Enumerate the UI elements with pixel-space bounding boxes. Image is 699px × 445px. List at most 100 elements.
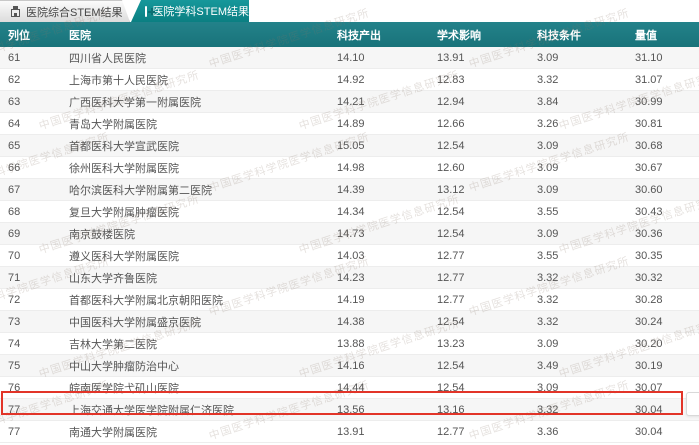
rank-cell: 72: [8, 293, 21, 306]
table-row[interactable]: 71 山东大学齐鲁医院 14.23 12.77 3.32 30.32: [0, 267, 699, 289]
table-row[interactable]: 75 中山大学肿瘤防治中心 14.16 12.54 3.49 30.19: [0, 355, 699, 377]
rank-cell: 68: [8, 205, 21, 218]
tech-output-cell: 13.56: [337, 403, 365, 416]
hospital-name-cell: 南通大学附属医院: [69, 426, 157, 439]
total-value-cell: 30.04: [635, 425, 663, 438]
academic-influence-cell: 12.54: [437, 139, 465, 152]
tech-condition-cell: 3.26: [537, 117, 559, 130]
tab-hospital-overall-stem[interactable]: 医院综合STEM结果: [0, 0, 130, 22]
table-row[interactable]: 64 青岛大学附属医院 14.89 12.66 3.26 30.81: [0, 113, 699, 135]
tech-condition-cell: 3.09: [537, 183, 559, 196]
tab-label: 医院学科STEM结果: [152, 6, 249, 18]
tech-output-cell: 14.89: [337, 117, 365, 130]
total-value-cell: 30.43: [635, 205, 663, 218]
table-row[interactable]: 74 吉林大学第二医院 13.88 13.23 3.09 30.20: [0, 333, 699, 355]
table-row[interactable]: 61 四川省人民医院 14.10 13.91 3.09 31.10: [0, 47, 699, 69]
academic-influence-cell: 13.91: [437, 51, 465, 64]
tech-output-cell: 14.73: [337, 227, 365, 240]
academic-influence-cell: 13.23: [437, 337, 465, 350]
total-value-cell: 30.19: [635, 359, 663, 372]
table-row[interactable]: 72 首都医科大学附属北京朝阳医院 14.19 12.77 3.32 30.28: [0, 289, 699, 311]
header-tech-condition: 科技条件: [537, 29, 581, 42]
rank-cell: 73: [8, 315, 21, 328]
total-value-cell: 31.07: [635, 73, 663, 86]
table-header: 列位 医院 科技产出 学术影响 科技条件 量值: [0, 22, 699, 47]
floating-widget-button[interactable]: [686, 392, 699, 416]
rank-cell: 66: [8, 161, 21, 174]
hospital-name-cell: 复旦大学附属肿瘤医院: [69, 206, 179, 219]
academic-influence-cell: 12.77: [437, 271, 465, 284]
hospital-stem-ranking-page: 医院综合STEM结果 医院学科STEM结果 列位 医院 科技产出 学术影响 科技…: [0, 0, 699, 445]
academic-influence-cell: 12.54: [437, 315, 465, 328]
rank-cell: 77: [8, 403, 21, 416]
hospital-name-cell: 山东大学齐鲁医院: [69, 272, 157, 285]
table-row[interactable]: 62 上海市第十人民医院 14.92 12.83 3.32 31.07: [0, 69, 699, 91]
tech-output-cell: 14.38: [337, 315, 365, 328]
header-rank: 列位: [8, 29, 30, 42]
rank-cell: 65: [8, 139, 21, 152]
academic-influence-cell: 13.16: [437, 403, 465, 416]
academic-influence-cell: 12.54: [437, 359, 465, 372]
hospital-name-cell: 南京鼓楼医院: [69, 228, 135, 241]
academic-influence-cell: 12.83: [437, 73, 465, 86]
total-value-cell: 30.60: [635, 183, 663, 196]
total-value-cell: 30.32: [635, 271, 663, 284]
hospital-name-cell: 首都医科大学宣武医院: [69, 140, 179, 153]
tech-condition-cell: 3.84: [537, 95, 559, 108]
table-row[interactable]: 77 南通大学附属医院 13.91 12.77 3.36 30.04: [0, 421, 699, 443]
table-row[interactable]: 76 皖南医学院弋矶山医院 14.44 12.54 3.09 30.07: [0, 377, 699, 399]
tech-condition-cell: 3.32: [537, 315, 559, 328]
tab-bar: 医院综合STEM结果 医院学科STEM结果: [0, 0, 699, 22]
tech-condition-cell: 3.55: [537, 249, 559, 262]
hospital-name-cell: 吉林大学第二医院: [69, 338, 157, 351]
total-value-cell: 30.99: [635, 95, 663, 108]
academic-influence-cell: 12.54: [437, 227, 465, 240]
hospital-name-cell: 四川省人民医院: [69, 52, 146, 65]
tech-condition-cell: 3.32: [537, 403, 559, 416]
total-value-cell: 30.68: [635, 139, 663, 152]
tech-output-cell: 14.34: [337, 205, 365, 218]
hospital-name-cell: 广西医科大学第一附属医院: [69, 96, 201, 109]
tech-output-cell: 14.39: [337, 183, 365, 196]
hospital-name-cell: 中山大学肿瘤防治中心: [69, 360, 179, 373]
rank-cell: 69: [8, 227, 21, 240]
table-row[interactable]: 77 上海交通大学医学院附属仁济医院 13.56 13.16 3.32 30.0…: [0, 399, 699, 421]
rank-cell: 71: [8, 271, 21, 284]
table-row[interactable]: 66 徐州医科大学附属医院 14.98 12.60 3.09 30.67: [0, 157, 699, 179]
tech-output-cell: 14.19: [337, 293, 365, 306]
rank-cell: 67: [8, 183, 21, 196]
hospital-name-cell: 徐州医科大学附属医院: [69, 162, 179, 175]
table-row[interactable]: 70 遵义医科大学附属医院 14.03 12.77 3.55 30.35: [0, 245, 699, 267]
header-tech-output: 科技产出: [337, 29, 381, 42]
tech-condition-cell: 3.49: [537, 359, 559, 372]
table-row[interactable]: 67 哈尔滨医科大学附属第二医院 14.39 13.12 3.09 30.60: [0, 179, 699, 201]
tech-condition-cell: 3.09: [537, 139, 559, 152]
rank-cell: 61: [8, 51, 21, 64]
hospital-name-cell: 青岛大学附属医院: [69, 118, 157, 131]
tech-condition-cell: 3.32: [537, 73, 559, 86]
hospital-name-cell: 首都医科大学附属北京朝阳医院: [69, 294, 223, 307]
tech-output-cell: 14.44: [337, 381, 365, 394]
tab-label: 医院综合STEM结果: [26, 6, 123, 19]
tech-output-cell: 14.92: [337, 73, 365, 86]
table-row[interactable]: 73 中国医科大学附属盛京医院 14.38 12.54 3.32 30.24: [0, 311, 699, 333]
hospital-name-cell: 哈尔滨医科大学附属第二医院: [69, 184, 212, 197]
hospital-name-cell: 上海交通大学医学院附属仁济医院: [69, 404, 234, 417]
academic-influence-cell: 12.54: [437, 205, 465, 218]
rank-cell: 62: [8, 73, 21, 86]
table-row[interactable]: 65 首都医科大学宣武医院 15.05 12.54 3.09 30.68: [0, 135, 699, 157]
header-academic-influence: 学术影响: [437, 29, 481, 42]
table-row[interactable]: 63 广西医科大学第一附属医院 14.21 12.94 3.84 30.99: [0, 91, 699, 113]
tech-condition-cell: 3.09: [537, 51, 559, 64]
tab-hospital-subject-stem[interactable]: 医院学科STEM结果: [131, 0, 249, 22]
tech-output-cell: 15.05: [337, 139, 365, 152]
rank-cell: 77: [8, 425, 21, 438]
table-row[interactable]: 68 复旦大学附属肿瘤医院 14.34 12.54 3.55 30.43: [0, 201, 699, 223]
total-value-cell: 30.20: [635, 337, 663, 350]
total-value-cell: 30.36: [635, 227, 663, 240]
table-body: 61 四川省人民医院 14.10 13.91 3.09 31.10 62 上海市…: [0, 47, 699, 443]
medical-cross-icon: [145, 5, 155, 17]
table-row[interactable]: 69 南京鼓楼医院 14.73 12.54 3.09 30.36: [0, 223, 699, 245]
rank-cell: 63: [8, 95, 21, 108]
header-hospital: 医院: [69, 29, 91, 42]
